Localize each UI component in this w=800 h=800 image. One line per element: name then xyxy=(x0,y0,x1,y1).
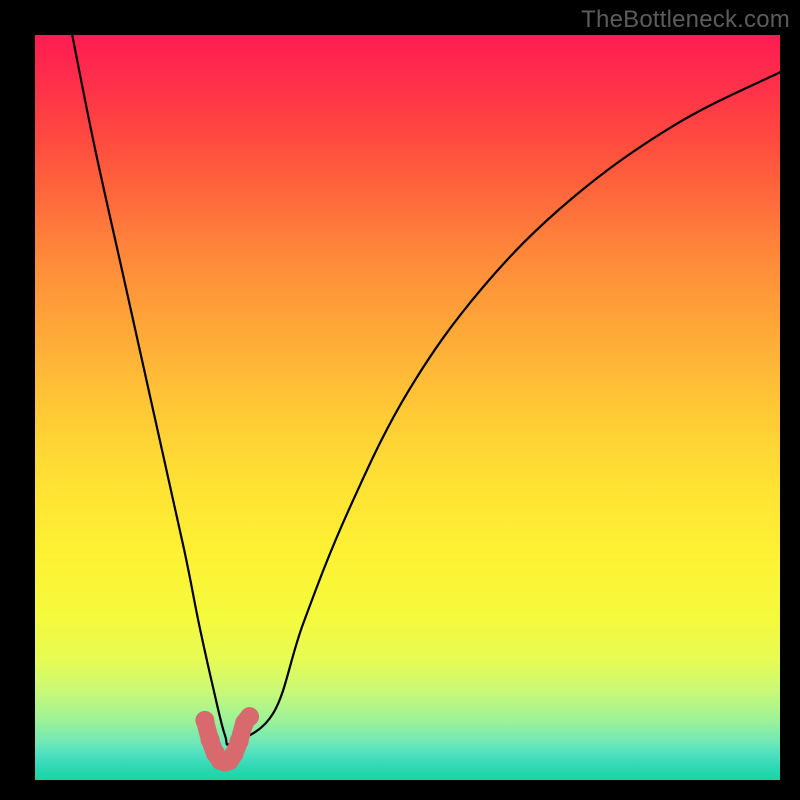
plot-area xyxy=(35,35,780,780)
pink-dot xyxy=(240,707,259,726)
pink-dot xyxy=(230,732,249,751)
chart-frame: TheBottleneck.com xyxy=(0,0,800,800)
curve-pink-dots xyxy=(195,707,259,771)
watermark-text: TheBottleneck.com xyxy=(581,6,790,34)
pink-dot xyxy=(195,711,214,730)
curve-black xyxy=(72,35,780,745)
curve-layer xyxy=(35,35,780,780)
